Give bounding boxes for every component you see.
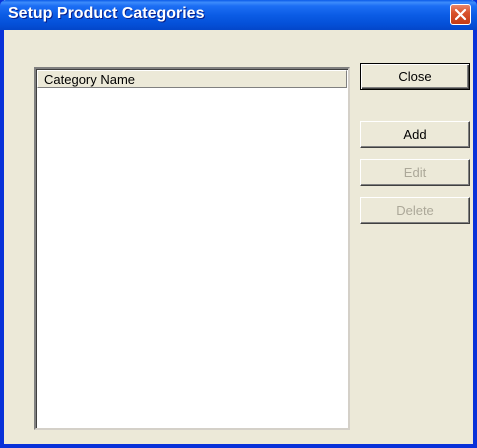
close-window-button[interactable] [450,4,471,25]
column-header-label: Category Name [44,72,136,87]
close-icon [454,8,467,21]
edit-button[interactable]: Edit [360,159,470,186]
category-list[interactable]: Category Name [34,67,350,430]
title-bar[interactable]: Setup Product Categories [0,0,477,30]
column-header-category-name[interactable]: Category Name [37,70,347,88]
add-button[interactable]: Add [360,121,470,148]
window-title: Setup Product Categories [8,5,205,22]
close-button[interactable]: Close [360,63,470,90]
dialog-window: Setup Product Categories Category Name C… [0,0,477,448]
delete-button[interactable]: Delete [360,197,470,224]
